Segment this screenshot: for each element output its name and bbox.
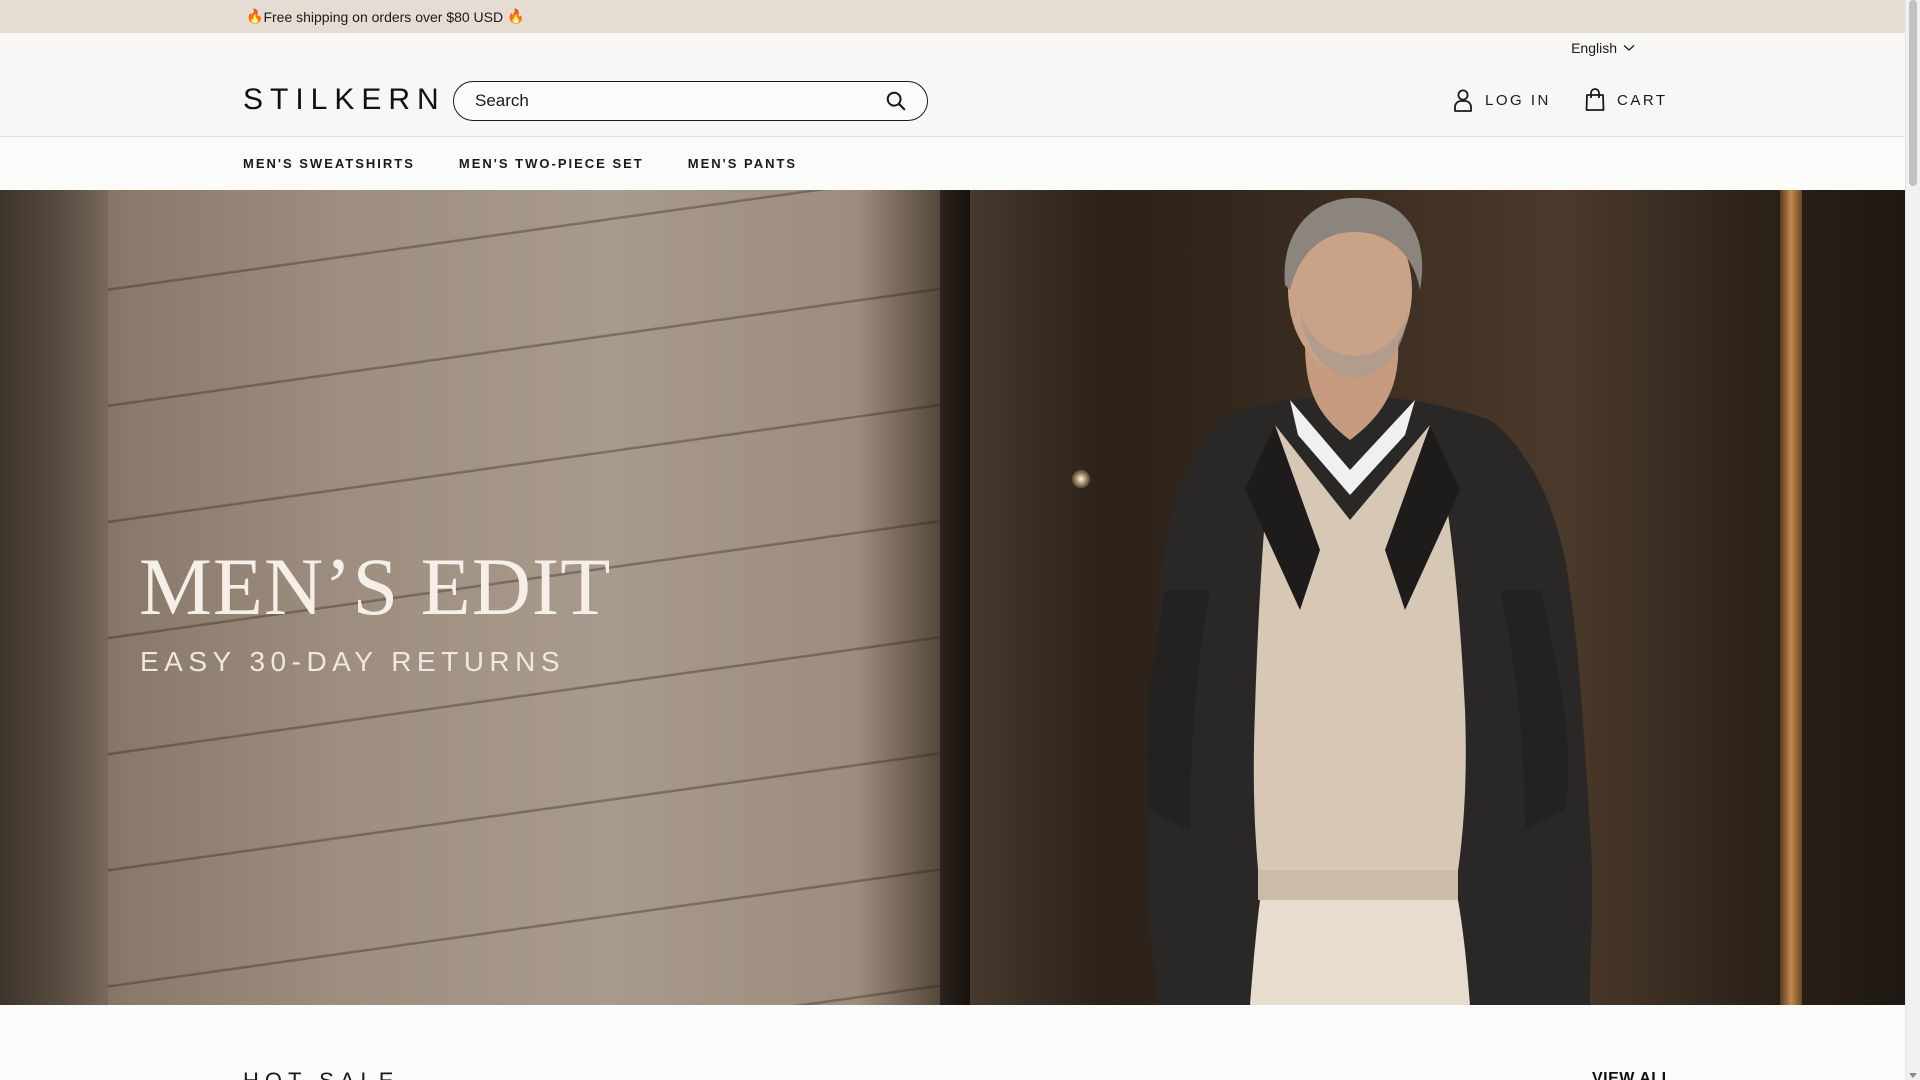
hero-door-frame xyxy=(1780,190,1802,1005)
main-nav: MEN'S SWEATSHIRTS MEN'S TWO-PIECE SET ME… xyxy=(0,137,1905,190)
brand-logo[interactable]: STILKERN xyxy=(243,83,446,117)
scrollbar-thumb[interactable] xyxy=(1909,0,1917,186)
search-icon[interactable] xyxy=(885,90,907,112)
user-icon xyxy=(1454,89,1472,112)
search-bar xyxy=(453,81,928,121)
nav-item-sweatshirts[interactable]: MEN'S SWEATSHIRTS xyxy=(243,156,415,171)
hero-subtitle: EASY 30-DAY RETURNS xyxy=(140,646,566,677)
site-header: English STILKERN LOG IN CART xyxy=(0,33,1905,137)
nav-item-two-piece-set[interactable]: MEN'S TWO-PIECE SET xyxy=(459,156,644,171)
language-label: English xyxy=(1571,40,1617,56)
login-button[interactable]: LOG IN xyxy=(1452,88,1551,112)
shopping-bag-icon xyxy=(1585,88,1605,111)
cart-button[interactable]: CART xyxy=(1584,88,1668,112)
nav-item-pants[interactable]: MEN'S PANTS xyxy=(688,156,797,171)
scroll-down-arrow-icon[interactable] xyxy=(1909,1073,1917,1078)
hero-model-image xyxy=(1145,197,1593,1005)
view-all-link[interactable]: VIEW ALL xyxy=(1592,1070,1672,1080)
login-label: LOG IN xyxy=(1485,91,1551,109)
announcement-text: Free shipping on orders over $80 USD xyxy=(263,8,504,25)
hot-sale-section: HOT SALE VIEW ALL xyxy=(0,1005,1905,1080)
language-selector[interactable]: English xyxy=(1571,40,1635,56)
page: 🔥 Free shipping on orders over $80 USD 🔥… xyxy=(0,0,1905,1080)
search-input[interactable] xyxy=(475,91,885,111)
hero-pillar xyxy=(0,190,108,1005)
announcement-bar: 🔥 Free shipping on orders over $80 USD 🔥 xyxy=(0,0,1905,33)
cart-label: CART xyxy=(1617,91,1668,109)
hero-title: MEN’S EDIT xyxy=(139,541,612,632)
section-title: HOT SALE xyxy=(243,1068,399,1080)
chevron-down-icon xyxy=(1623,45,1635,51)
hero-wall-edge xyxy=(940,190,970,1005)
fire-icon: 🔥 xyxy=(246,8,264,24)
page-scrollbar[interactable] xyxy=(1905,0,1920,1080)
fire-icon: 🔥 xyxy=(507,8,525,24)
hero-banner[interactable]: MEN’S EDIT EASY 30-DAY RETURNS xyxy=(0,190,1905,1005)
